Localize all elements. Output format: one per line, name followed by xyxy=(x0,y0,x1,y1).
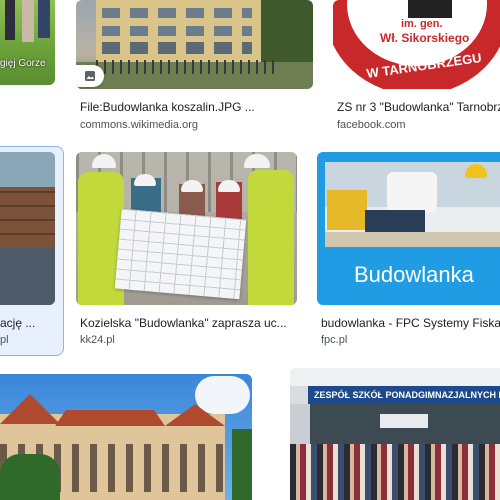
result-source-5: fpc.pl xyxy=(321,334,348,346)
blueprint-plan xyxy=(114,208,247,300)
excavator xyxy=(327,190,367,230)
result-thumbnail-5[interactable]: Budowlanka xyxy=(317,152,500,305)
roof xyxy=(55,410,165,426)
result-source-3: pl xyxy=(0,334,9,346)
result-title-4[interactable]: Kozielska "Budowlanka" zaprasza uc... xyxy=(80,315,295,331)
result-thumbnail-4[interactable] xyxy=(76,152,297,305)
result-source-2: facebook.com xyxy=(337,119,406,131)
photo-area xyxy=(325,162,500,247)
hard-hat-icon xyxy=(218,180,240,192)
worker-shirt xyxy=(387,172,437,212)
result-source-1: commons.wikimedia.org xyxy=(80,119,198,131)
school-sign: ZESPÓŁ SZKÓŁ PONADGIMNAZJALNYCH NR xyxy=(308,386,500,404)
worker-pants xyxy=(365,210,425,232)
tree xyxy=(0,454,60,500)
image-caption-text: gięj Gorze xyxy=(0,58,46,69)
roof xyxy=(0,394,60,424)
result-title-3[interactable]: ację ... xyxy=(0,315,55,331)
result-thumbnail-6[interactable] xyxy=(0,374,252,500)
window-panel xyxy=(0,247,55,305)
entrance xyxy=(310,404,500,444)
student-vest xyxy=(248,170,294,305)
result-thumbnail-7[interactable]: ZESPÓŁ SZKÓŁ PONADGIMNAZJALNYCH NR xyxy=(290,368,500,500)
fence xyxy=(96,60,276,74)
sky xyxy=(290,368,500,386)
person-figure xyxy=(38,0,50,38)
result-thumbnail-1[interactable] xyxy=(76,0,313,89)
hard-hat-icon xyxy=(181,180,203,192)
logo-text-line2: Wł. Sikorskiego xyxy=(380,31,470,45)
person-figure xyxy=(5,0,15,40)
hard-hat-icon xyxy=(134,174,156,186)
cloud xyxy=(195,376,250,414)
crowd-of-students xyxy=(290,444,500,500)
result-source-4: kk24.pl xyxy=(80,334,115,346)
result-title-2[interactable]: ZS nr 3 "Budowlanka" Tarnobrz xyxy=(337,99,500,115)
brand-text: Budowlanka xyxy=(354,262,474,287)
logo-text-line1: im. gen. xyxy=(401,18,443,30)
image-icon xyxy=(76,65,104,87)
result-thumbnail-0[interactable]: gięj Gorze xyxy=(0,0,55,85)
building-facade xyxy=(96,0,261,62)
result-title-1[interactable]: File:Budowlanka koszalin.JPG ... xyxy=(80,99,312,115)
result-thumbnail-2[interactable]: im. gen. Wł. Sikorskiego W TARNOBRZEGU xyxy=(333,0,500,89)
tree xyxy=(232,429,252,500)
result-thumbnail-3[interactable] xyxy=(0,152,55,305)
result-title-5[interactable]: budowlanka - FPC Systemy Fiska xyxy=(321,315,500,331)
person-figure xyxy=(22,0,34,42)
sky xyxy=(0,152,55,187)
